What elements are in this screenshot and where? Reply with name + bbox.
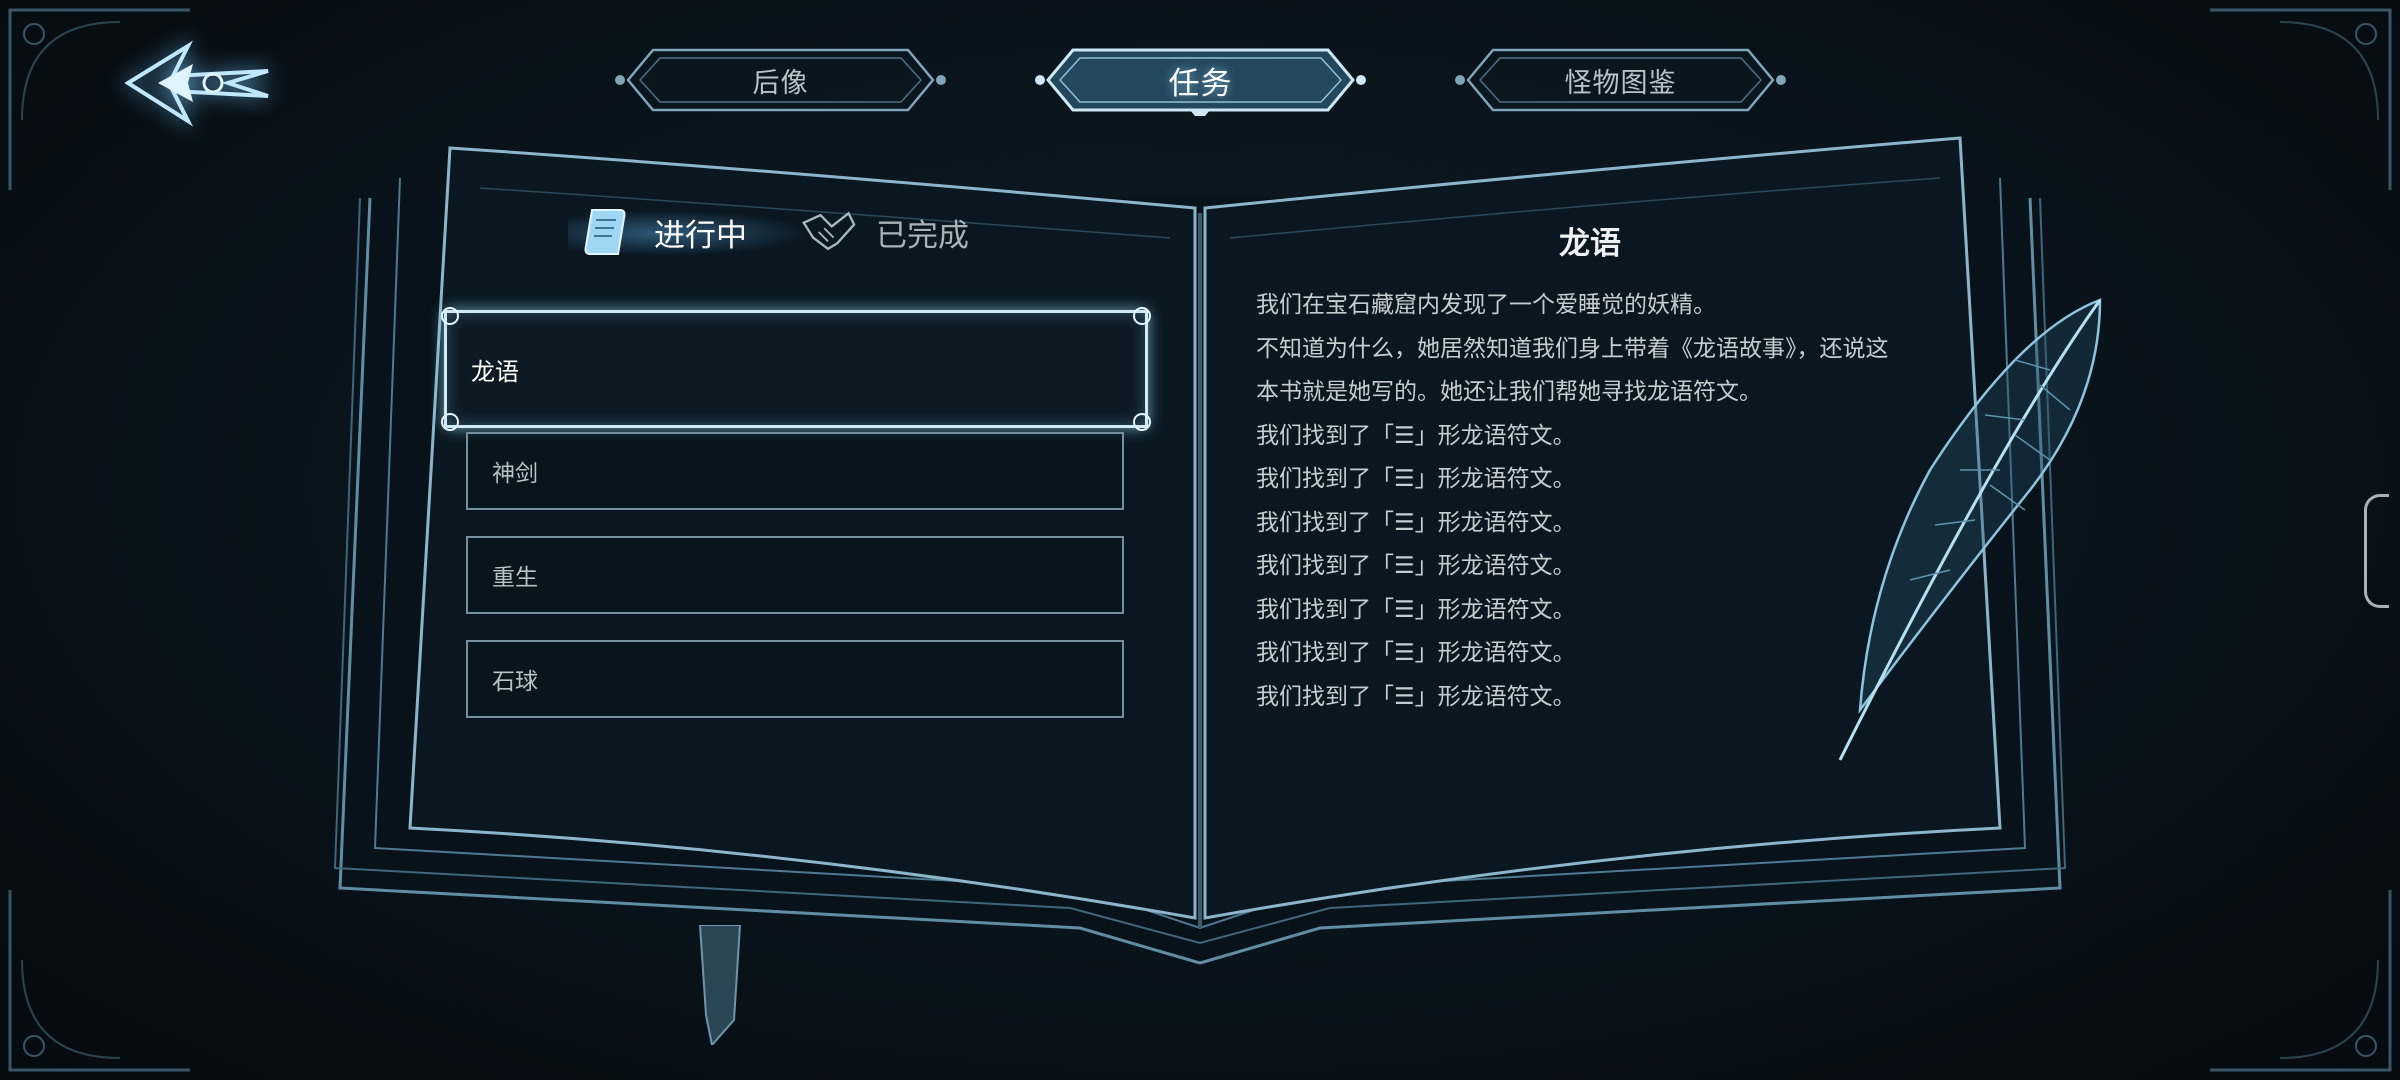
- tab-completed-label: 已完成: [876, 217, 969, 254]
- back-arrow-icon: [124, 40, 269, 127]
- corner-ornament-bottom-right: [2200, 880, 2400, 1080]
- frame-corner-ornament: [1133, 413, 1151, 431]
- back-button[interactable]: [118, 36, 278, 131]
- frame-corner-ornament: [441, 307, 459, 325]
- tab-in-progress-label: 进行中: [654, 217, 747, 254]
- tab-afterimage[interactable]: 后像: [608, 44, 953, 116]
- quest-item-label: 龙语: [471, 357, 519, 386]
- frame-corner-ornament: [1133, 307, 1151, 325]
- quest-item-label: 石球: [492, 669, 538, 695]
- tab-bestiary-label: 怪物图鉴: [1564, 67, 1677, 99]
- quest-detail-title: 龙语: [1559, 226, 1621, 262]
- corner-ornament-top-right: [2200, 0, 2400, 200]
- quill-icon: [1800, 290, 2130, 770]
- tab-in-progress[interactable]: 进行中: [568, 204, 808, 260]
- side-drawer-handle[interactable]: [2364, 494, 2389, 608]
- quest-item-divine-sword[interactable]: 神剑: [466, 432, 1124, 510]
- scroll-icon: [584, 209, 626, 255]
- tab-afterimage-label: 后像: [752, 67, 809, 99]
- quest-item-stone-ball[interactable]: 石球: [466, 640, 1124, 718]
- quest-item-rebirth[interactable]: 重生: [466, 536, 1124, 614]
- quest-item-label: 神剑: [492, 461, 538, 487]
- tab-bestiary[interactable]: 怪物图鉴: [1448, 44, 1793, 116]
- quest-item-label: 重生: [492, 565, 538, 591]
- frame-corner-ornament: [441, 413, 459, 431]
- corner-ornament-bottom-left: [0, 880, 200, 1080]
- quest-item-dragon-language[interactable]: 龙语: [441, 307, 1151, 431]
- handshake-icon: [802, 211, 856, 251]
- bookmark-ribbon: [690, 924, 750, 1048]
- tab-quests[interactable]: 任务: [1028, 44, 1373, 116]
- tab-quests-label: 任务: [1168, 65, 1233, 102]
- tab-completed[interactable]: 已完成: [800, 204, 969, 260]
